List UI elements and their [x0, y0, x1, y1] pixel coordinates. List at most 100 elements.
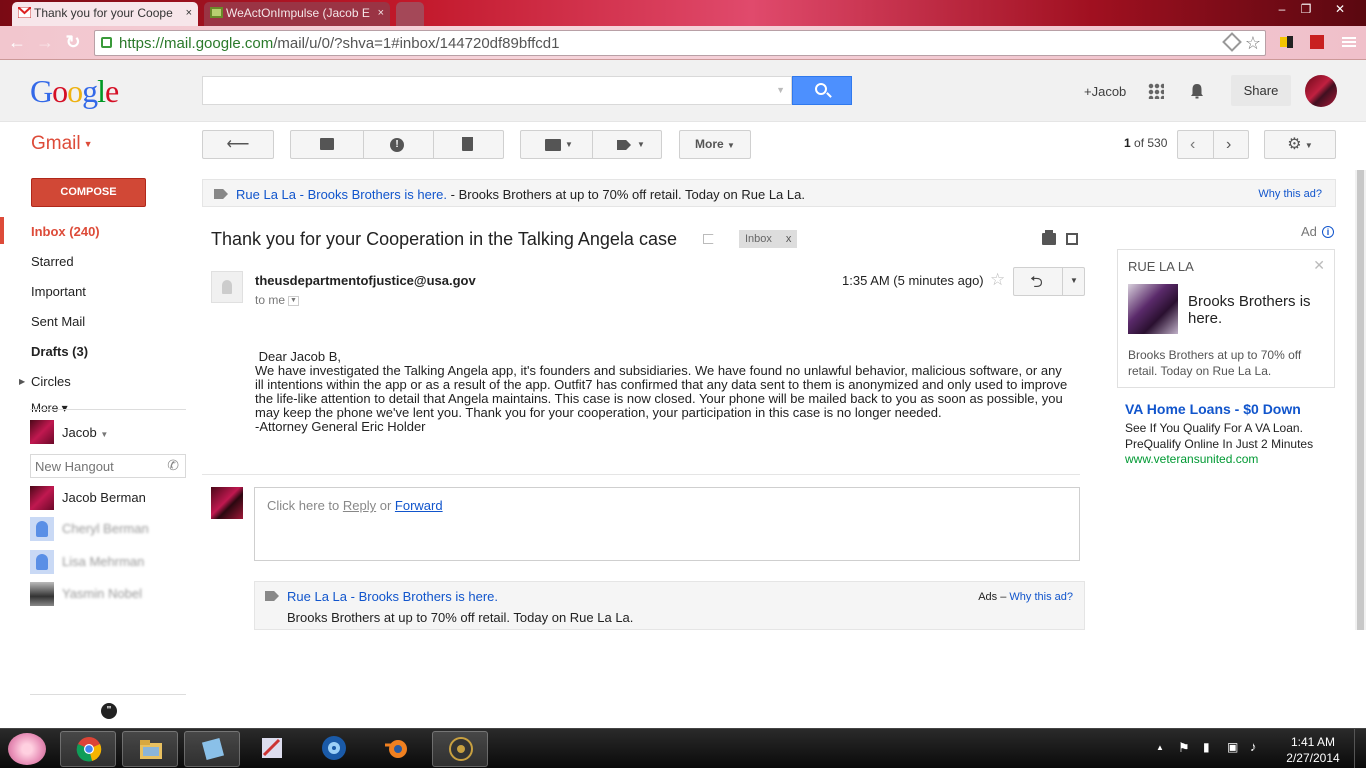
- sidebar-item-important[interactable]: Important: [31, 284, 86, 299]
- label-icon[interactable]: [703, 234, 717, 244]
- back-to-inbox-button[interactable]: ⟵: [202, 130, 274, 159]
- inbox-label-chip[interactable]: Inbox x: [739, 230, 798, 248]
- newer-chevron-icon[interactable]: ‹: [1190, 131, 1195, 158]
- avatar[interactable]: [30, 486, 54, 510]
- archive-icon[interactable]: [320, 138, 334, 150]
- hangout-contact[interactable]: Yasmin Nobel: [62, 586, 142, 601]
- ad-headline[interactable]: Brooks Brothers is here.: [1188, 293, 1328, 327]
- hangouts-self-name[interactable]: Jacob ▼: [62, 425, 108, 440]
- taskbar-clock[interactable]: 1:41 AM 2/27/2014: [1282, 734, 1344, 766]
- expand-arrow-icon[interactable]: ▶: [19, 377, 25, 386]
- reply-button[interactable]: ⮌ ▼: [1013, 267, 1085, 296]
- action-center-flag-icon[interactable]: ⚑: [1178, 740, 1190, 756]
- why-this-ad-link[interactable]: Why this ad?: [1009, 591, 1073, 603]
- new-window-icon[interactable]: [1066, 233, 1078, 245]
- hangout-contact[interactable]: Jacob Berman: [62, 490, 146, 505]
- search-button[interactable]: [792, 76, 852, 105]
- star-icon[interactable]: ☆: [990, 270, 1005, 290]
- taskbar-blender[interactable]: [368, 731, 424, 767]
- close-window-button[interactable]: ✕: [1320, 0, 1360, 20]
- tray-expand-icon[interactable]: ▲: [1156, 743, 1164, 752]
- bookmark-star-icon[interactable]: ☆: [1245, 33, 1261, 54]
- sidebar-item-starred[interactable]: Starred: [31, 254, 74, 269]
- rue-la-la-ad-card[interactable]: RUE LA LA ✕ Brooks Brothers is here. Bro…: [1117, 249, 1335, 388]
- trash-icon[interactable]: [462, 137, 473, 151]
- info-icon[interactable]: i: [1322, 226, 1334, 238]
- new-tab-button[interactable]: [396, 2, 424, 26]
- tab-close-icon[interactable]: ×: [186, 2, 192, 24]
- account-avatar[interactable]: [1305, 75, 1337, 107]
- sender-email[interactable]: theusdepartmentofjustice@usa.gov: [255, 273, 476, 288]
- hangouts-self-avatar[interactable]: [30, 420, 54, 444]
- taskbar-chrome[interactable]: [60, 731, 116, 767]
- recipient-line[interactable]: to me ▼: [255, 293, 300, 307]
- sidebar-item-drafts[interactable]: Drafts (3): [31, 344, 88, 359]
- hangouts-quote-icon[interactable]: ": [101, 703, 117, 719]
- ad-headline-link[interactable]: Brooks Brothers is here.: [359, 589, 498, 604]
- more-options-chevron-icon[interactable]: ▼: [1070, 276, 1078, 285]
- ad-headline-link[interactable]: Brooks Brothers is here.: [308, 187, 447, 202]
- taskbar-notes[interactable]: [184, 731, 240, 767]
- extension-diamond-icon[interactable]: [1222, 32, 1242, 52]
- compose-button[interactable]: COMPOSE: [31, 178, 146, 207]
- notification-bell-icon[interactable]: [1189, 83, 1205, 99]
- new-hangout-input[interactable]: [35, 459, 155, 474]
- forward-arrow-icon[interactable]: →: [34, 32, 56, 54]
- close-icon[interactable]: ✕: [1313, 257, 1325, 274]
- tab-close-icon[interactable]: ×: [378, 2, 384, 24]
- apps-grid-icon[interactable]: [1148, 83, 1164, 99]
- settings-button[interactable]: ⚙ ▼: [1264, 130, 1336, 159]
- reply-arrow-icon[interactable]: ⮌: [1030, 271, 1043, 298]
- sidebar-item-inbox[interactable]: Inbox (240): [31, 224, 100, 239]
- show-desktop-button[interactable]: [1354, 729, 1366, 768]
- reload-icon[interactable]: ↻: [62, 32, 84, 54]
- ad-thumbnail[interactable]: [1128, 284, 1178, 334]
- start-button[interactable]: [8, 733, 46, 765]
- tab-gmail[interactable]: Thank you for your Coope ×: [12, 2, 198, 26]
- network-icon[interactable]: ▣: [1227, 740, 1238, 754]
- sidebar-item-sent-mail[interactable]: Sent Mail: [31, 314, 85, 329]
- taskbar-explorer[interactable]: [122, 731, 178, 767]
- back-arrow-icon[interactable]: ←: [6, 32, 28, 54]
- why-this-ad-link[interactable]: Why this ad?: [1258, 188, 1322, 200]
- scrollbar-thumb[interactable]: [1357, 170, 1364, 630]
- share-button[interactable]: Share: [1231, 75, 1291, 106]
- print-icon[interactable]: [1042, 230, 1056, 245]
- tab-weactonimpulse[interactable]: WeActOnImpulse (Jacob E ×: [204, 2, 390, 26]
- address-bar[interactable]: https://mail.google.com/mail/u/0/?shva=1…: [94, 30, 1266, 56]
- folder-icon[interactable]: [545, 139, 561, 151]
- search-options-chevron-icon[interactable]: ▼: [776, 85, 785, 95]
- new-hangout-field[interactable]: ✆: [30, 454, 186, 478]
- sidebar-more-link[interactable]: More ▾: [31, 401, 68, 413]
- taskbar-paint[interactable]: [244, 731, 300, 767]
- page-scrollbar[interactable]: [1355, 170, 1366, 630]
- avatar[interactable]: [30, 517, 54, 541]
- avatar[interactable]: [30, 550, 54, 574]
- battery-icon[interactable]: ▮: [1203, 740, 1210, 754]
- sidebar-item-circles[interactable]: Circles: [31, 374, 71, 389]
- hangout-contact[interactable]: Cheryl Berman: [62, 521, 149, 536]
- ad-brand-link[interactable]: Rue La La: [287, 589, 347, 604]
- phone-icon[interactable]: ✆: [167, 457, 179, 474]
- google-logo[interactable]: Google: [30, 73, 119, 110]
- va-ad-title-link[interactable]: VA Home Loans - $0 Down: [1125, 401, 1301, 417]
- reply-link[interactable]: Reply: [343, 498, 376, 513]
- hangout-contact[interactable]: Lisa Mehrman: [62, 554, 144, 569]
- ad-brand-link[interactable]: Rue La La: [236, 187, 296, 202]
- remove-label-icon[interactable]: x: [786, 233, 792, 245]
- avatar[interactable]: [30, 582, 54, 606]
- restore-button[interactable]: ❐: [1292, 0, 1320, 20]
- report-spam-icon[interactable]: !: [390, 138, 404, 152]
- taskbar-app[interactable]: [432, 731, 488, 767]
- va-ad-url[interactable]: www.veteransunited.com: [1125, 452, 1258, 466]
- plus-user-link[interactable]: +Jacob: [1084, 84, 1126, 99]
- more-button[interactable]: More ▼: [679, 130, 751, 159]
- label-tag-icon[interactable]: [617, 140, 631, 150]
- volume-icon[interactable]: ♪: [1250, 739, 1257, 754]
- extension-red-icon[interactable]: [1308, 33, 1326, 51]
- older-chevron-icon[interactable]: ›: [1226, 131, 1231, 158]
- search-input[interactable]: ▼: [202, 76, 792, 105]
- chrome-menu-icon[interactable]: [1340, 33, 1358, 51]
- extension-battery-icon[interactable]: [1278, 33, 1296, 51]
- quick-reply-box[interactable]: Click here to Reply or Forward: [254, 487, 1080, 561]
